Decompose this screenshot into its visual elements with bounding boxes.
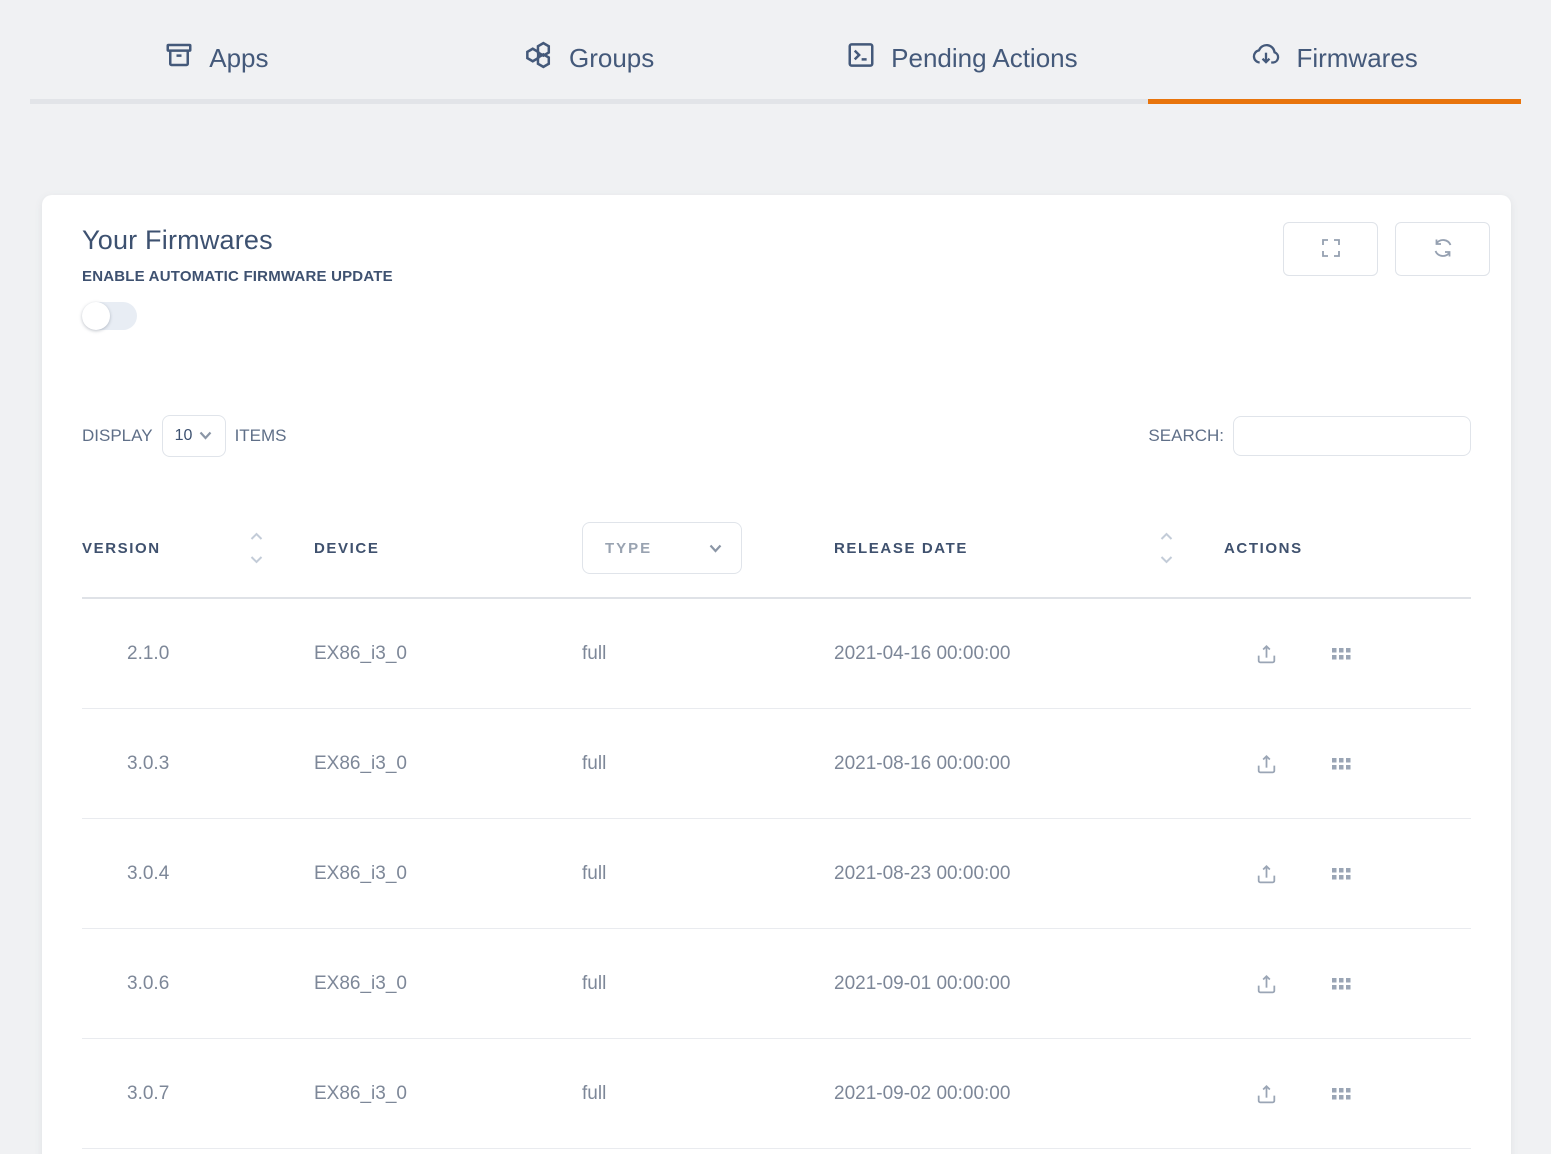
column-header-version: VERSION	[82, 530, 314, 566]
grid-dots-icon	[1329, 1094, 1354, 1109]
upload-icon	[1254, 654, 1279, 669]
table-row: 3.0.3 EX86_i3_0 full 2021-08-16 00:00:00	[82, 709, 1471, 819]
version-cell: 2.1.0	[82, 643, 314, 665]
table-row: 2.1.0 EX86_i3_0 full 2021-04-16 00:00:00	[82, 599, 1471, 709]
card-toolbar	[1283, 222, 1490, 276]
release-date-cell: 2021-08-23 00:00:00	[834, 863, 1224, 885]
version-cell: 3.0.3	[82, 753, 314, 775]
upload-button[interactable]	[1254, 1081, 1279, 1106]
actions-cell	[1224, 641, 1471, 666]
tab-label: Apps	[209, 43, 268, 74]
table-row: 3.0.6 EX86_i3_0 full 2021-09-01 00:00:00	[82, 929, 1471, 1039]
grid-dots-icon	[1329, 984, 1354, 999]
release-date-cell: 2021-04-16 00:00:00	[834, 643, 1224, 665]
device-cell: EX86_i3_0	[314, 643, 582, 665]
column-header-device: DEVICE	[314, 540, 582, 557]
page-size-select[interactable]: 10	[162, 415, 226, 457]
device-cell: EX86_i3_0	[314, 863, 582, 885]
cloud-download-icon	[1251, 40, 1281, 77]
grid-dots-icon	[1329, 764, 1354, 779]
device-cell: EX86_i3_0	[314, 753, 582, 775]
refresh-button[interactable]	[1395, 222, 1490, 276]
type-cell: full	[582, 973, 834, 995]
tab-label: Firmwares	[1296, 43, 1417, 74]
type-cell: full	[582, 1083, 834, 1105]
refresh-icon	[1431, 236, 1455, 263]
table-row: 3.0.7 EX86_i3_0 full 2021-09-02 00:00:00	[82, 1039, 1471, 1149]
device-cell: EX86_i3_0	[314, 973, 582, 995]
page-size-value: 10	[175, 427, 193, 445]
page-size-control: DISPLAY 10 ITEMS	[82, 415, 287, 457]
top-tab-bar: Apps Groups Pending Actions Firmwares	[30, 0, 1521, 104]
tab-label: Pending Actions	[891, 43, 1077, 74]
release-date-cell: 2021-09-01 00:00:00	[834, 973, 1224, 995]
type-filter-dropdown[interactable]: TYPE	[582, 522, 742, 574]
chevron-down-icon	[199, 427, 212, 445]
more-actions-button[interactable]	[1329, 971, 1354, 996]
display-label: DISPLAY	[82, 426, 153, 446]
column-header-actions: ACTIONS	[1224, 540, 1471, 557]
type-cell: full	[582, 753, 834, 775]
upload-button[interactable]	[1254, 861, 1279, 886]
search-control: SEARCH:	[1148, 416, 1471, 456]
grid-dots-icon	[1329, 874, 1354, 889]
type-cell: full	[582, 643, 834, 665]
release-date-cell: 2021-08-16 00:00:00	[834, 753, 1224, 775]
upload-button[interactable]	[1254, 641, 1279, 666]
table-header-row: VERSION DEVICE TYPE RELEASE DATE	[82, 499, 1471, 599]
version-cell: 3.0.6	[82, 973, 314, 995]
column-header-type: TYPE	[582, 522, 834, 574]
sort-arrows-release-date[interactable]	[1159, 530, 1174, 566]
device-cell: EX86_i3_0	[314, 1083, 582, 1105]
actions-cell	[1224, 1081, 1471, 1106]
fullscreen-icon	[1319, 236, 1343, 263]
release-date-cell: 2021-09-02 00:00:00	[834, 1083, 1224, 1105]
tab-label: Groups	[569, 43, 654, 74]
actions-cell	[1224, 861, 1471, 886]
actions-cell	[1224, 751, 1471, 776]
upload-button[interactable]	[1254, 751, 1279, 776]
version-cell: 3.0.4	[82, 863, 314, 885]
fullscreen-button[interactable]	[1283, 222, 1378, 276]
upload-icon	[1254, 874, 1279, 889]
tab-firmwares[interactable]: Firmwares	[1148, 0, 1521, 104]
search-input[interactable]	[1233, 416, 1471, 456]
upload-button[interactable]	[1254, 971, 1279, 996]
auto-update-toggle[interactable]	[82, 302, 137, 330]
tab-pending-actions[interactable]: Pending Actions	[776, 0, 1149, 104]
version-cell: 3.0.7	[82, 1083, 314, 1105]
archive-box-icon	[164, 40, 194, 77]
upload-icon	[1254, 764, 1279, 779]
column-header-release-date: RELEASE DATE	[834, 530, 1224, 566]
upload-icon	[1254, 984, 1279, 999]
more-actions-button[interactable]	[1329, 861, 1354, 886]
actions-cell	[1224, 971, 1471, 996]
sort-arrows-version[interactable]	[249, 530, 264, 566]
chevron-down-icon	[709, 540, 722, 557]
more-actions-button[interactable]	[1329, 751, 1354, 776]
more-actions-button[interactable]	[1329, 641, 1354, 666]
table-row: 3.0.4 EX86_i3_0 full 2021-08-23 00:00:00	[82, 819, 1471, 929]
auto-update-label: ENABLE AUTOMATIC FIRMWARE UPDATE	[82, 268, 1471, 285]
toggle-knob	[82, 302, 110, 330]
tab-groups[interactable]: Groups	[403, 0, 776, 104]
search-label: SEARCH:	[1148, 426, 1224, 446]
more-actions-button[interactable]	[1329, 1081, 1354, 1106]
hexagon-cluster-icon	[524, 40, 554, 77]
page-title: Your Firmwares	[82, 225, 1471, 256]
tab-apps[interactable]: Apps	[30, 0, 403, 104]
items-label: ITEMS	[235, 426, 287, 446]
table-controls: DISPLAY 10 ITEMS SEARCH:	[82, 415, 1471, 457]
terminal-icon	[846, 40, 876, 77]
grid-dots-icon	[1329, 654, 1354, 669]
upload-icon	[1254, 1094, 1279, 1109]
firmwares-card: Your Firmwares ENABLE AUTOMATIC FIRMWARE…	[42, 195, 1511, 1154]
type-cell: full	[582, 863, 834, 885]
firmwares-table: VERSION DEVICE TYPE RELEASE DATE	[82, 499, 1471, 1149]
